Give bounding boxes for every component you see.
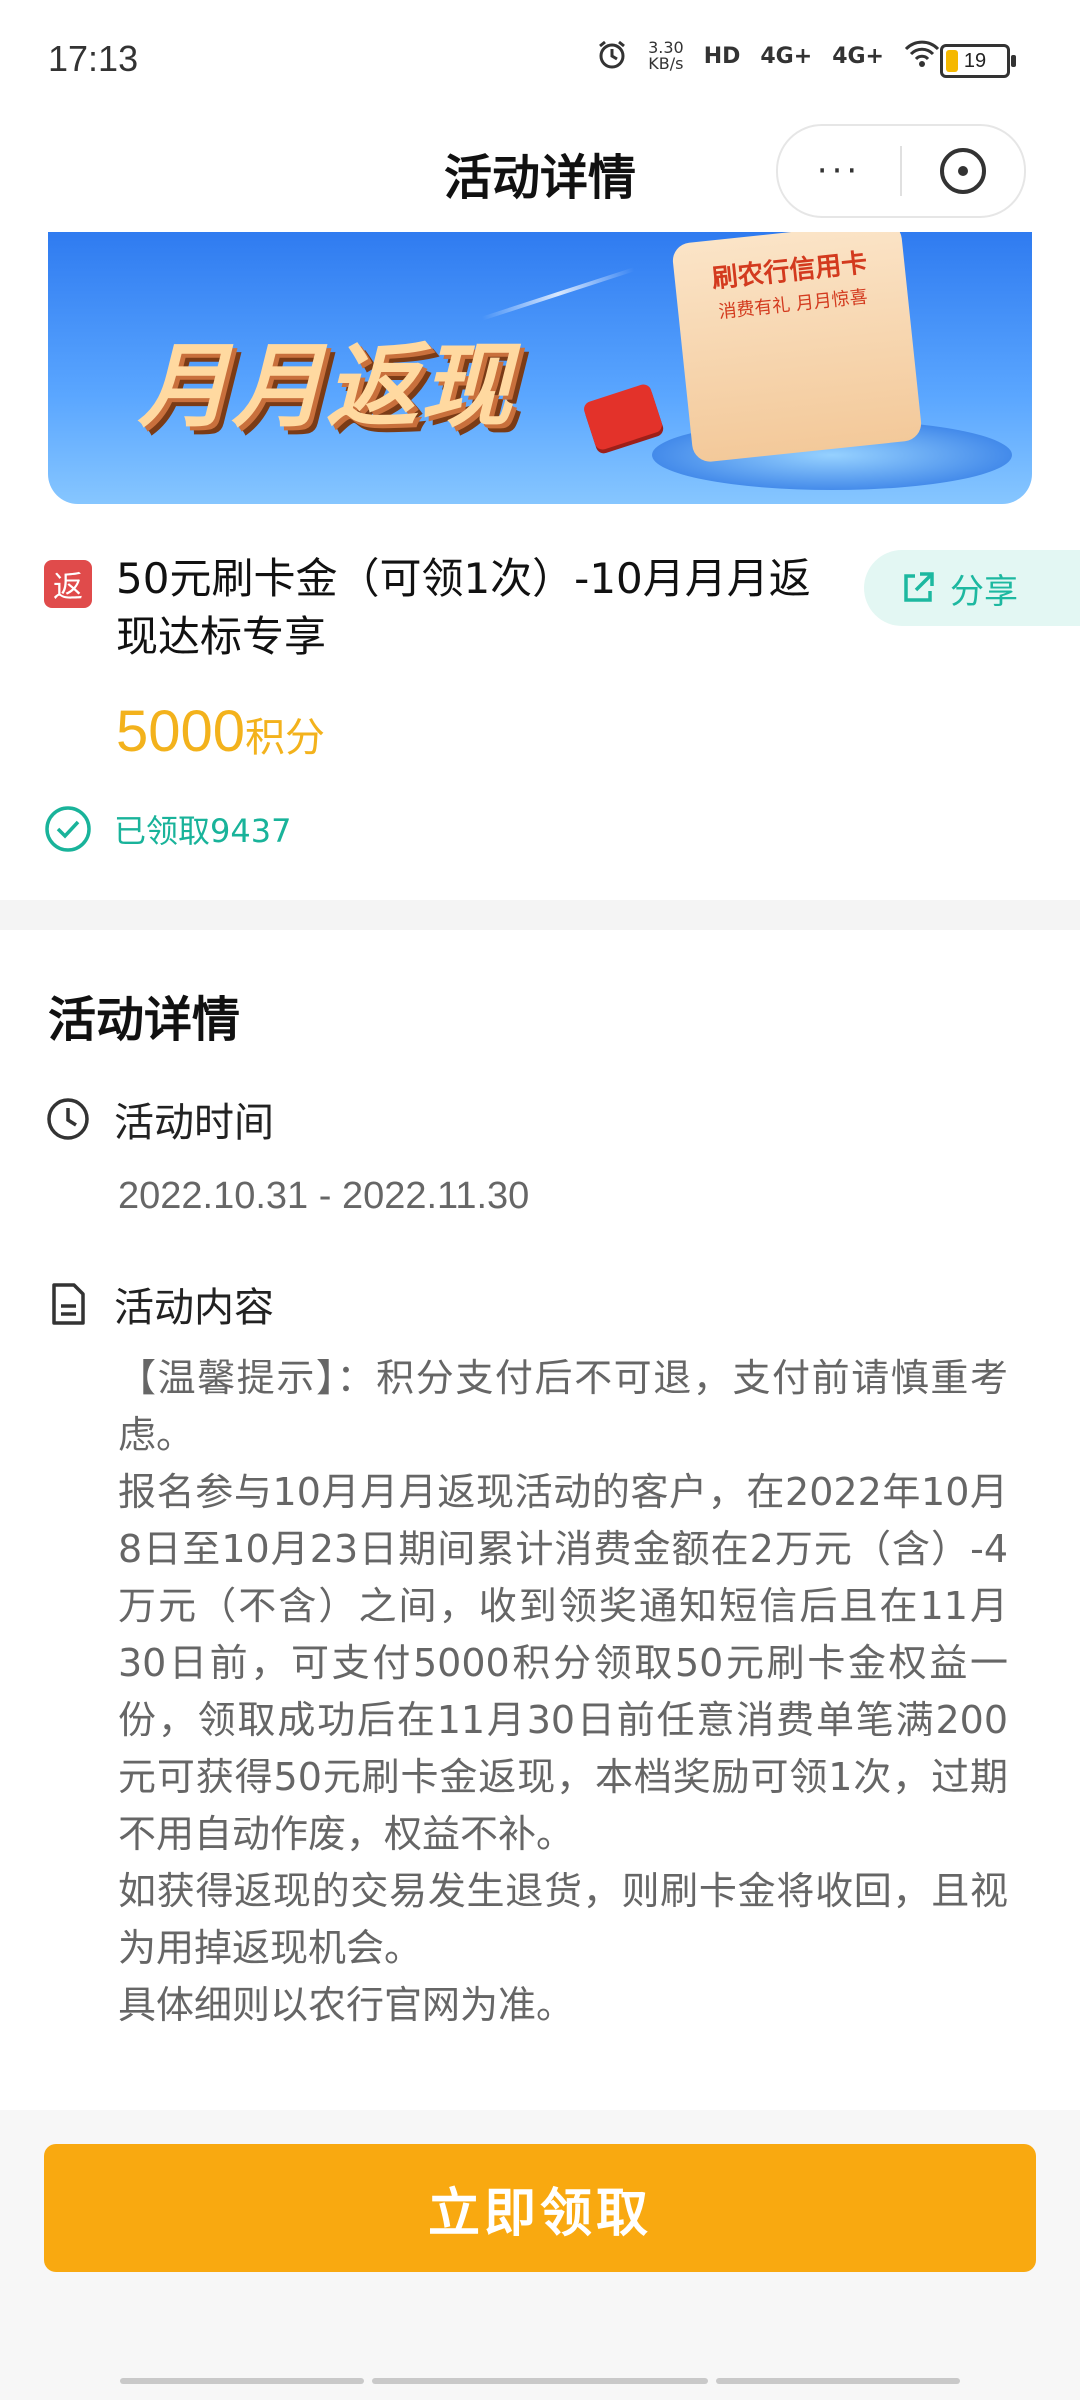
share-button[interactable]: 分享 — [864, 550, 1080, 626]
time-row: 活动时间 — [44, 1090, 274, 1148]
nav-indicator-right — [716, 2378, 960, 2384]
share-label: 分享 — [950, 571, 1018, 612]
claimed-text: 已领取9437 — [114, 812, 292, 850]
clock-icon — [47, 1098, 89, 1140]
bottom-bar: 立即领取 — [0, 2110, 1080, 2400]
scroll-decoration: 刷农行信用卡 消费有礼 月月惊喜 — [671, 232, 923, 464]
alarm-icon — [596, 38, 628, 74]
mini-program-capsule: ··· — [776, 124, 1026, 218]
banner-title: 月月返现 — [138, 333, 515, 440]
content-paragraph: 如获得返现的交易发生退货，则刷卡金将收回，且视为用掉返现机会。 — [118, 1869, 1008, 1970]
more-button[interactable]: ··· — [778, 126, 900, 216]
more-icon: ··· — [816, 151, 862, 191]
content-paragraph: 具体细则以农行官网为准。 — [118, 1983, 575, 2027]
content-paragraph: 【温馨提示】：积分支付后不可退，支付前请慎重考虑。 — [118, 1356, 1008, 1457]
section-divider — [0, 900, 1080, 930]
nav-indicator-left — [120, 2378, 364, 2384]
activity-details: 活动详情 活动时间 2022.10.31 - 2022.11.30 活动内容 【… — [0, 930, 1080, 2110]
claim-button[interactable]: 立即领取 — [44, 2144, 1036, 2272]
content-label: 活动内容 — [114, 1285, 274, 1331]
sim1-signal-icon: 4G+ — [760, 43, 813, 69]
sim2-signal-icon: 4G+ — [832, 43, 884, 69]
content-text: 【温馨提示】：积分支付后不可退，支付前请慎重考虑。 报名参与10月月月返现活动的… — [118, 1350, 1008, 2034]
price-value: 5000 — [116, 699, 246, 764]
red-envelope-icon — [581, 382, 665, 452]
close-button[interactable] — [902, 126, 1024, 216]
product-info: 返 50元刷卡金（可领1次）-10月月月返现达标专享 分享 5000积分 已领取… — [0, 520, 1080, 900]
section-title: 活动详情 — [48, 992, 241, 1048]
content-row: 活动内容 — [44, 1275, 274, 1333]
content-paragraph: 报名参与10月月月返现活动的客户，在2022年10月8日至10月23日期间累计消… — [118, 1470, 1008, 1856]
status-bar: 17:13 3.30 KB/s HD 4G+ 4G+ 19 — [0, 0, 1080, 100]
battery-icon: 19 — [940, 44, 1016, 78]
battery-level-fill — [946, 50, 958, 72]
battery-level: 19 — [963, 49, 987, 72]
price: 5000积分 — [116, 698, 325, 765]
nav-indicator-center — [372, 2378, 708, 2384]
price-unit: 积分 — [245, 715, 326, 761]
time-label: 活动时间 — [114, 1100, 274, 1146]
claimed-count: 已领取9437 — [44, 805, 291, 853]
net-speed: 3.30 KB/s — [648, 40, 684, 72]
wifi-icon — [904, 39, 940, 73]
nav-bar: 活动详情 ··· — [0, 100, 1080, 230]
close-icon — [940, 148, 986, 194]
rebate-tag: 返 — [44, 560, 92, 608]
check-circle-icon — [45, 806, 91, 852]
document-icon — [52, 1283, 85, 1325]
product-title: 50元刷卡金（可领1次）-10月月月返现达标专享 — [116, 554, 811, 661]
hd-icon: HD — [703, 43, 741, 69]
net-speed-unit: KB/s — [648, 54, 684, 73]
promo-banner: 月月返现 刷农行信用卡 消费有礼 月月惊喜 — [48, 232, 1032, 504]
status-time: 17:13 — [48, 38, 139, 79]
share-icon — [904, 572, 934, 602]
time-value: 2022.10.31 - 2022.11.30 — [118, 1175, 530, 1217]
status-icons: 3.30 KB/s HD 4G+ 4G+ — [596, 38, 940, 74]
